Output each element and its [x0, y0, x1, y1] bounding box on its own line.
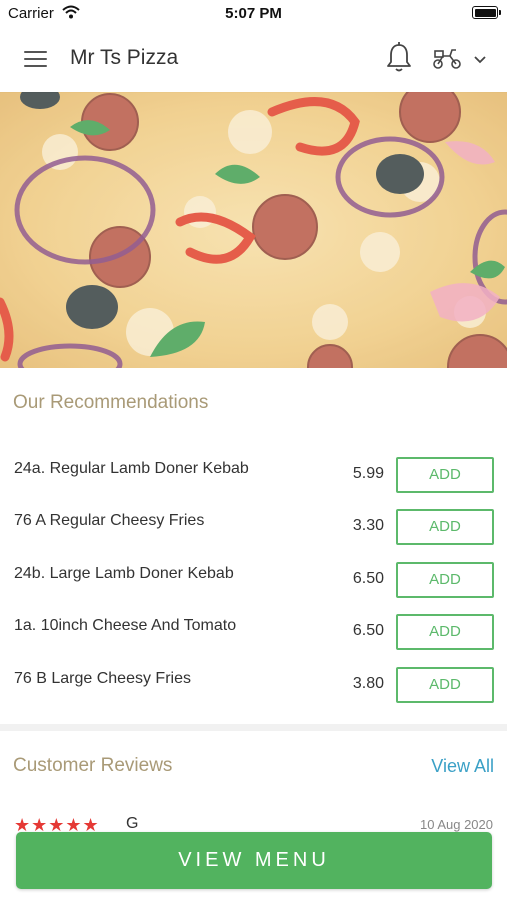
item-name: 1a. 10inch Cheese And Tomato — [14, 617, 237, 634]
section-divider — [0, 724, 507, 731]
item-name: 24b. Large Lamb Doner Kebab — [14, 565, 234, 582]
add-button[interactable]: ADD — [396, 614, 494, 650]
status-time: 5:07 PM — [225, 5, 282, 22]
recommendation-item: 24b. Large Lamb Doner Kebab 6.50 ADD — [0, 562, 507, 600]
item-name: 76 B Large Cheesy Fries — [14, 670, 191, 687]
hero-pizza-image — [0, 92, 507, 368]
item-name: 24a. Regular Lamb Doner Kebab — [14, 460, 249, 477]
reviewer-name: G — [126, 815, 139, 832]
item-price: 3.30 — [352, 517, 384, 534]
item-price: 6.50 — [352, 570, 384, 587]
item-price: 5.99 — [352, 465, 384, 482]
item-name: 76 A Regular Cheesy Fries — [14, 512, 205, 529]
recommendation-item: 76 B Large Cheesy Fries 3.80 ADD — [0, 667, 507, 705]
restaurant-title: Mr Ts Pizza — [70, 46, 179, 69]
chevron-down-icon[interactable] — [472, 52, 488, 64]
view-menu-button[interactable]: VIEW MENU — [16, 832, 492, 889]
battery-icon — [472, 6, 501, 19]
review-date: 10 Aug 2020 — [419, 817, 493, 832]
item-price: 6.50 — [352, 622, 384, 639]
bell-icon[interactable] — [384, 41, 414, 75]
item-price: 3.80 — [352, 675, 384, 692]
add-button[interactable]: ADD — [396, 562, 494, 598]
status-bar: Carrier 5:07 PM — [0, 0, 507, 28]
view-all-link[interactable]: View All — [431, 756, 494, 777]
recommendation-item: 76 A Regular Cheesy Fries 3.30 ADD — [0, 509, 507, 547]
menu-icon[interactable] — [24, 49, 48, 69]
reviews-title: Customer Reviews — [13, 755, 173, 776]
app-header: Mr Ts Pizza — [0, 28, 507, 93]
recommendations-title: Our Recommendations — [13, 392, 209, 413]
add-button[interactable]: ADD — [396, 667, 494, 703]
recommendations-section: Our Recommendations 24a. Regular Lamb Do… — [0, 368, 507, 724]
recommendation-item: 24a. Regular Lamb Doner Kebab 5.99 ADD — [0, 457, 507, 495]
delivery-scooter-icon[interactable] — [432, 46, 462, 70]
add-button[interactable]: ADD — [396, 457, 494, 493]
add-button[interactable]: ADD — [396, 509, 494, 545]
recommendation-item: 1a. 10inch Cheese And Tomato 6.50 ADD — [0, 614, 507, 652]
